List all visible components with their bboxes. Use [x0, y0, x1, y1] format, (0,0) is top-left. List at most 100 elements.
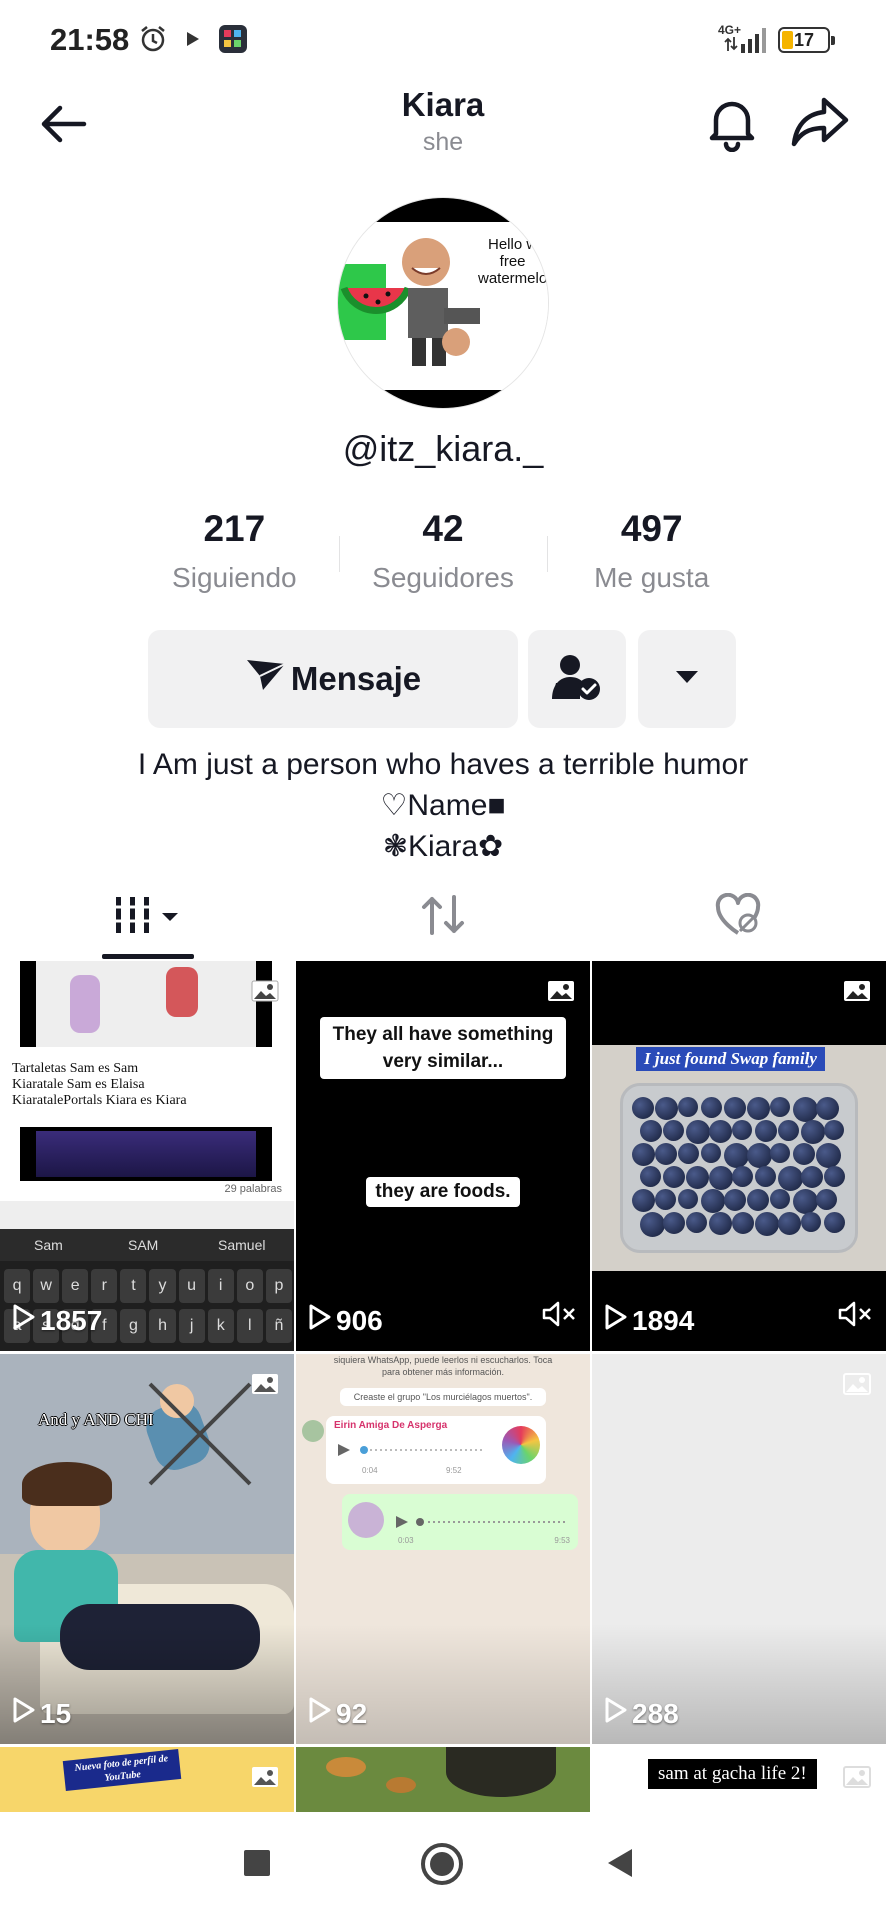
photo-icon	[546, 977, 576, 1008]
post-thumbnail[interactable]: And y AND CHI 15	[0, 1354, 294, 1744]
post-caption: I just found Swap family	[636, 1047, 825, 1071]
blueberry	[755, 1120, 777, 1142]
keyboard-key: h	[149, 1309, 176, 1343]
audio-time: 9:53	[554, 1536, 570, 1545]
following-button[interactable]	[528, 630, 626, 728]
post-caption: sam at gacha life 2!	[648, 1759, 817, 1789]
blueberry	[801, 1120, 825, 1144]
keyboard-key: l	[236, 1309, 263, 1343]
blueberry	[686, 1120, 710, 1144]
bell-icon[interactable]	[704, 92, 760, 153]
blueberry	[801, 1166, 823, 1188]
audio-time: 0:03	[398, 1536, 414, 1545]
stat-label: Me gusta	[594, 562, 710, 593]
blueberry	[701, 1097, 722, 1118]
view-count: 288	[604, 1697, 679, 1730]
post-thumbnail[interactable]: 288	[592, 1354, 886, 1744]
recents-icon[interactable]	[244, 1850, 270, 1881]
message-button[interactable]: Mensaje	[148, 630, 518, 728]
app-notification-icon	[218, 24, 248, 59]
keyboard-row: qwertyuiop	[4, 1269, 292, 1303]
blueberry	[732, 1166, 753, 1187]
post-thumbnail[interactable]: siquiera WhatsApp, puede leerlos ni escu…	[296, 1354, 590, 1744]
doc-line: Tartaletas Sam es Sam	[12, 1061, 139, 1076]
post-thumbnail[interactable]: Nueva foto de perfil de YouTube	[0, 1747, 294, 1813]
view-count: 906	[308, 1304, 383, 1337]
tab-liked[interactable]	[590, 872, 885, 962]
blueberry	[686, 1166, 709, 1189]
play-icon	[308, 1697, 332, 1730]
profile-bio: I Am just a person who haves a terrible …	[0, 744, 886, 867]
avatar-text-line: watermelo	[478, 270, 548, 287]
bio-line: ♡Name■	[380, 789, 506, 822]
blueberry	[816, 1189, 837, 1210]
photo-icon	[842, 977, 872, 1008]
suggested-accounts-button[interactable]	[638, 630, 736, 728]
photo-icon	[250, 1370, 280, 1401]
post-caption: And y AND CHI	[38, 1410, 154, 1429]
profile-stats: 217 Siguiendo 42 Seguidores 497 Me gusta	[130, 508, 756, 598]
photo-icon	[842, 1370, 872, 1401]
stat-following[interactable]: 217 Siguiendo	[130, 508, 339, 598]
blueberry	[709, 1120, 732, 1143]
keyboard-key: g	[120, 1309, 147, 1343]
share-icon[interactable]	[790, 94, 852, 150]
view-count-value: 92	[336, 1697, 368, 1729]
blueberries-image	[632, 1097, 846, 1243]
post-thumbnail[interactable]: They all have something very similar... …	[296, 961, 590, 1351]
blueberry	[747, 1143, 772, 1168]
avatar[interactable]: Hello w free watermelo	[337, 197, 549, 409]
avatar-text: Hello w free watermelo	[478, 236, 547, 287]
blueberry	[632, 1189, 655, 1212]
chat-notice: siquiera WhatsApp, puede leerlos ni escu…	[333, 1355, 553, 1377]
post-thumbnail[interactable]	[296, 1747, 590, 1813]
stat-label: Seguidores	[372, 562, 514, 593]
status-bar: 21:58 4G+ 17	[0, 0, 886, 80]
keyboard-key: o	[236, 1269, 263, 1303]
play-icon	[604, 1697, 628, 1730]
blueberry	[793, 1189, 818, 1214]
muted-icon	[838, 1300, 872, 1333]
stat-likes[interactable]: 497 Me gusta	[547, 508, 756, 598]
view-count-value: 1857	[40, 1304, 103, 1336]
audio-time: 0:04	[362, 1466, 378, 1475]
blueberry	[701, 1189, 725, 1213]
photo-icon	[250, 1763, 280, 1794]
profile-actions: Mensaje	[148, 630, 738, 728]
photo-icon	[250, 977, 280, 1008]
tab-reposts[interactable]	[295, 872, 590, 962]
blueberry	[732, 1212, 754, 1234]
stat-value: 497	[620, 508, 683, 549]
blueberry	[655, 1097, 678, 1120]
battery-level: 17	[793, 30, 815, 50]
play-icon	[308, 1304, 332, 1337]
grid-columns-icon	[112, 895, 184, 940]
stat-followers[interactable]: 42 Seguidores	[338, 508, 548, 598]
blueberry	[724, 1097, 746, 1119]
blueberry	[663, 1120, 684, 1141]
play-store-icon	[184, 30, 202, 53]
post-caption: Nueva foto de perfil de YouTube	[62, 1749, 182, 1791]
back-icon[interactable]	[606, 1848, 634, 1883]
play-icon	[12, 1697, 36, 1730]
keyboard-key: w	[33, 1269, 60, 1303]
stat-value: 42	[422, 508, 464, 549]
photo-icon	[842, 1763, 872, 1794]
data-arrows-icon	[724, 36, 738, 57]
tab-videos[interactable]	[0, 872, 295, 962]
keyboard-key: j	[178, 1309, 205, 1343]
blueberry	[724, 1143, 749, 1168]
blueberry	[770, 1189, 790, 1209]
post-thumbnail[interactable]: sam at gacha life 2!	[592, 1747, 886, 1813]
post-thumbnail[interactable]: I just found Swap family 1894	[592, 961, 886, 1351]
word-count: 29 palabras	[224, 1183, 283, 1195]
home-icon[interactable]	[420, 1842, 464, 1891]
blueberry	[770, 1097, 790, 1117]
blueberry	[632, 1143, 655, 1166]
blueberry	[640, 1166, 661, 1187]
keyboard-key: r	[91, 1269, 118, 1303]
post-thumbnail[interactable]: Tartaletas Sam es Sam Kiaratale Sam es E…	[0, 961, 294, 1351]
keyboard-key: t	[120, 1269, 147, 1303]
profile-header: Kiara she	[0, 80, 886, 170]
play-icon	[12, 1304, 36, 1337]
